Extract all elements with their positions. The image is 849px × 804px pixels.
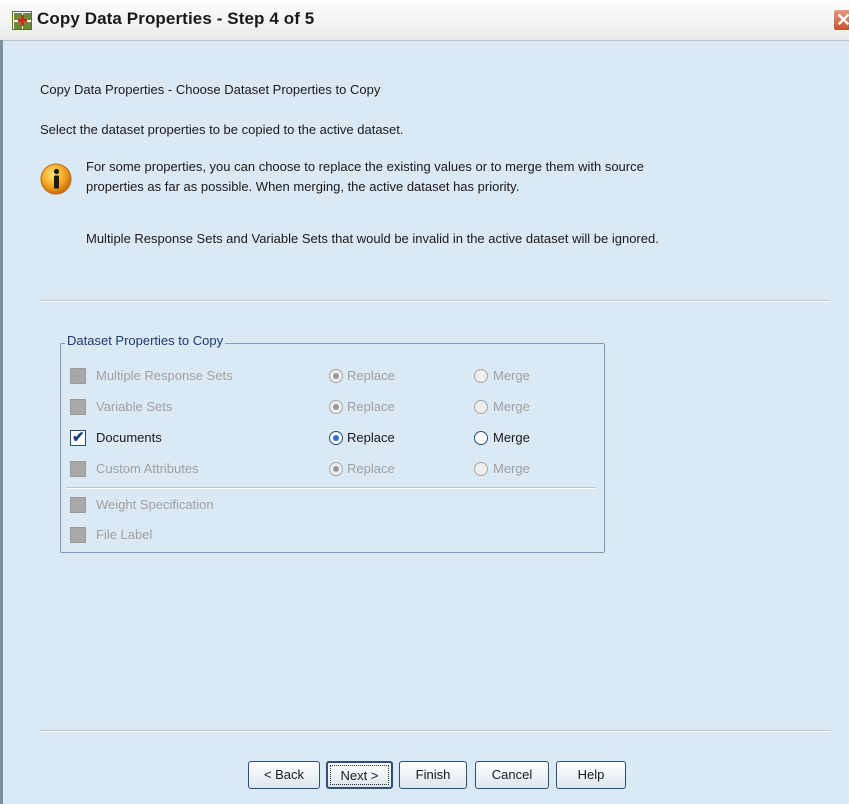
multiple-response-sets-checkbox[interactable] <box>70 368 86 384</box>
back-button[interactable]: < Back <box>248 761 320 789</box>
documents-checkbox[interactable]: ✔ <box>70 429 86 446</box>
custom-attributes-replace-label: Replace <box>347 461 395 476</box>
variable-sets-checkbox[interactable] <box>70 399 86 415</box>
custom-attributes-label: Custom Attributes <box>96 461 199 476</box>
invalid-sets-note: Multiple Response Sets and Variable Sets… <box>86 231 659 246</box>
variable-sets-replace-label: Replace <box>347 399 395 414</box>
window-title: Copy Data Properties - Step 4 of 5 <box>37 9 315 28</box>
cancel-button[interactable]: Cancel <box>475 761 549 789</box>
documents-replace-label: Replace <box>347 430 395 445</box>
custom-attributes-checkbox[interactable] <box>70 461 86 477</box>
copy-data-properties-dialog: Copy Data Properties - Step 4 of 5 ✕ Cop… <box>0 0 849 804</box>
group-label: Dataset Properties to Copy <box>65 333 226 348</box>
weight-specification-label: Weight Specification <box>96 497 214 512</box>
variable-sets-merge-radio[interactable] <box>474 400 488 414</box>
next-button[interactable]: Next > <box>326 761 393 789</box>
info-icon <box>40 163 72 195</box>
multiple-response-sets-label: Multiple Response Sets <box>96 368 233 383</box>
group-separator <box>66 487 596 489</box>
window-left-border <box>0 40 3 804</box>
variable-sets-replace-radio[interactable] <box>329 400 343 414</box>
app-icon <box>12 11 32 30</box>
documents-replace-radio[interactable] <box>329 431 343 445</box>
multiple-response-sets-replace-label: Replace <box>347 368 395 383</box>
close-icon: ✕ <box>836 10 849 30</box>
info-line-2: properties as far as possible. When merg… <box>86 179 520 194</box>
custom-attributes-merge-radio[interactable] <box>474 462 488 476</box>
finish-button[interactable]: Finish <box>399 761 467 789</box>
variable-sets-label: Variable Sets <box>96 399 173 414</box>
multiple-response-sets-replace-radio[interactable] <box>329 369 343 383</box>
info-line-1: For some properties, you can choose to r… <box>86 159 644 174</box>
documents-merge-radio[interactable] <box>474 431 488 445</box>
file-label-label: File Label <box>96 527 153 542</box>
step-heading: Copy Data Properties - Choose Dataset Pr… <box>40 82 381 97</box>
documents-label: Documents <box>96 430 162 445</box>
top-separator <box>40 300 830 302</box>
close-button[interactable]: ✕ <box>833 9 849 31</box>
next-button-label: Next > <box>330 765 389 785</box>
checkmark-icon: ✔ <box>72 429 85 446</box>
documents-merge-label: Merge <box>493 430 530 445</box>
title-bar: Copy Data Properties - Step 4 of 5 ✕ <box>0 0 849 41</box>
bottom-separator <box>40 730 830 732</box>
custom-attributes-replace-radio[interactable] <box>329 462 343 476</box>
custom-attributes-merge-label: Merge <box>493 461 530 476</box>
multiple-response-sets-merge-radio[interactable] <box>474 369 488 383</box>
weight-specification-checkbox[interactable] <box>70 497 86 513</box>
variable-sets-merge-label: Merge <box>493 399 530 414</box>
help-button[interactable]: Help <box>556 761 626 789</box>
multiple-response-sets-merge-label: Merge <box>493 368 530 383</box>
instruction-text: Select the dataset properties to be copi… <box>40 122 404 137</box>
file-label-checkbox[interactable] <box>70 527 86 543</box>
